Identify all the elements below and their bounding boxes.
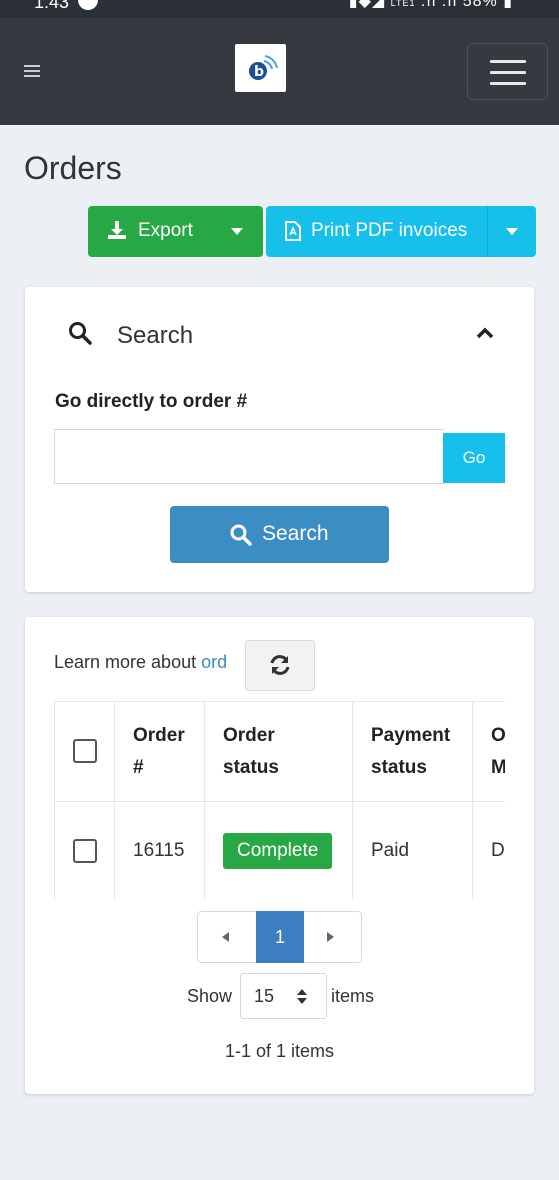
search-panel-header[interactable]: Search: [25, 287, 534, 382]
print-pdf-invoices-button[interactable]: Print PDF invoices: [266, 206, 487, 257]
search-button-label: Search: [262, 522, 329, 545]
table-row[interactable]: 16115 Complete Paid Di: [54, 801, 505, 900]
column-header-order-number[interactable]: Order #: [114, 701, 205, 802]
page-title: Orders: [24, 150, 122, 186]
sort-down-icon: [297, 998, 307, 1004]
learn-more-text: Learn more about ord: [54, 652, 227, 673]
refresh-button[interactable]: [245, 640, 315, 691]
sort-up-icon: [297, 989, 307, 995]
notification-icon: [78, 0, 98, 10]
select-all-checkbox[interactable]: [73, 739, 97, 764]
page-size-label-after: items: [331, 986, 375, 1006]
truncated-cell: Di: [472, 801, 505, 900]
print-pdf-label: Print PDF invoices: [311, 220, 468, 241]
select-all-cell: [54, 701, 115, 802]
battery-icon: ▮: [503, 0, 513, 10]
goto-order-label: Go directly to order #: [55, 391, 248, 412]
page-size-value: 15: [254, 986, 275, 1006]
pagination: 1: [197, 911, 362, 963]
order-number-cell[interactable]: 16115: [114, 801, 205, 900]
chevron-down-icon[interactable]: [231, 228, 243, 235]
items-summary: 1-1 of 1 items: [224, 1041, 335, 1061]
chevron-up-icon[interactable]: [476, 326, 494, 345]
network-type: LTE1: [390, 0, 416, 8]
signal-icon: ▮◆◢: [348, 0, 391, 10]
learn-more-link[interactable]: ord: [201, 652, 227, 672]
pdf-file-icon: [285, 221, 301, 247]
column-header-truncated[interactable]: OM: [472, 701, 505, 802]
order-status-cell: Complete: [204, 801, 353, 900]
page-size-control: Show 15 items: [187, 973, 427, 1019]
page-size-label-before: Show: [187, 986, 233, 1006]
goto-order-button[interactable]: Go: [443, 433, 505, 483]
page-size-select[interactable]: 15: [240, 973, 327, 1019]
download-icon: [107, 220, 127, 246]
column-header-order-status[interactable]: Order status: [204, 701, 353, 802]
search-panel-title: Search: [117, 322, 194, 349]
learn-more-prefix: Learn more about: [54, 652, 202, 672]
row-select-cell: [54, 801, 115, 900]
row-checkbox[interactable]: [73, 839, 97, 863]
table-header-row: Order # Order status Payment status OM: [54, 701, 505, 802]
bars-icon: .ıl .ıl: [420, 0, 463, 10]
payment-status-cell: Paid: [352, 801, 473, 900]
battery-level: 58%: [462, 0, 498, 10]
chevron-right-icon: [327, 932, 334, 942]
export-label: Export: [138, 220, 193, 241]
search-button[interactable]: Search: [170, 506, 389, 563]
chevron-down-icon: [506, 228, 518, 235]
refresh-icon: [269, 654, 291, 681]
search-icon: [230, 524, 252, 551]
svg-text:b: b: [254, 64, 264, 80]
print-pdf-dropdown-button[interactable]: [487, 206, 536, 257]
status-bar: 1:43 ▮◆◢ LTE1 .ıl .ıl 58% ▮: [0, 0, 559, 18]
previous-page-button[interactable]: [198, 912, 256, 962]
column-header-payment-status[interactable]: Payment status: [352, 701, 473, 802]
next-page-button[interactable]: [303, 912, 361, 962]
status-indicators: ▮◆◢ LTE1 .ıl .ıl 58% ▮: [349, 0, 513, 11]
search-icon: [68, 321, 92, 350]
orders-table-container[interactable]: Order # Order status Payment status OM 1611…: [54, 701, 505, 900]
goto-order-input[interactable]: [54, 429, 444, 484]
navbar-toggler-icon[interactable]: [467, 43, 548, 100]
app-header: b: [0, 18, 559, 125]
orders-table: Order # Order status Payment status OM 1611…: [54, 701, 505, 900]
status-time: 1:43: [34, 0, 70, 12]
chevron-left-icon: [222, 932, 229, 942]
export-button[interactable]: Export: [88, 206, 263, 257]
search-panel: Search Go directly to order # Go Search: [25, 287, 534, 592]
hamburger-icon[interactable]: [24, 65, 40, 77]
brand-logo-icon[interactable]: b: [235, 44, 286, 92]
orders-panel: Learn more about ord Order # Order status …: [25, 617, 534, 1094]
page-button-current[interactable]: 1: [256, 911, 304, 963]
status-badge: Complete: [223, 833, 333, 869]
